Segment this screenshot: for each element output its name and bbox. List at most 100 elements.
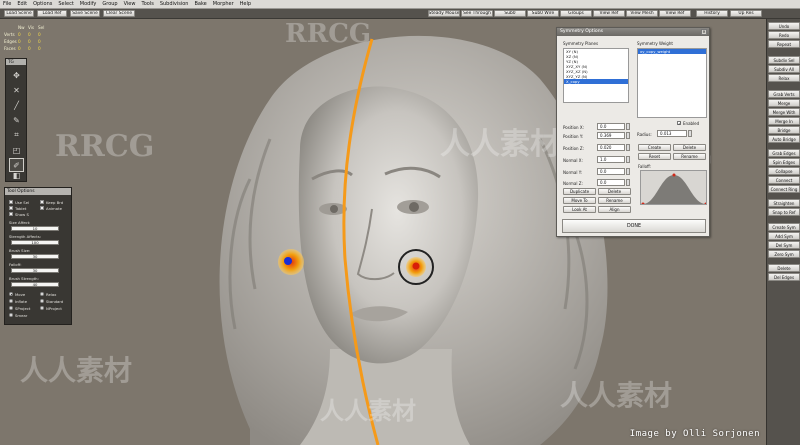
nproject-radio[interactable] — [40, 306, 44, 310]
sub0-wire-button[interactable]: Sub0 Wire — [527, 10, 559, 17]
use-sel-checkbox[interactable] — [9, 200, 13, 204]
delete-weight-button[interactable]: Delete — [673, 144, 706, 151]
grab-verts-button[interactable]: Grab Verts — [768, 90, 800, 98]
falloff-curve-editor[interactable] — [640, 170, 707, 205]
delete-plane-button[interactable]: Delete — [598, 188, 631, 195]
strength-affects-field[interactable]: 100 — [11, 240, 59, 245]
spin-edges-button[interactable]: Spin Edges — [768, 158, 800, 166]
del-edges-button[interactable]: Del Edges — [768, 273, 800, 281]
load-scene-button[interactable]: Load Scene — [4, 10, 34, 17]
view-mesh-button[interactable]: View Mesh — [626, 10, 658, 17]
history-button[interactable]: History — [696, 10, 728, 17]
relax-button[interactable]: Relax — [768, 74, 800, 82]
menu-bake[interactable]: Bake — [194, 1, 206, 7]
falloff-field[interactable]: 30 — [11, 268, 59, 273]
view-ref-button[interactable]: View Ref — [593, 10, 625, 17]
move-radio[interactable] — [9, 292, 13, 296]
menu-view[interactable]: View — [124, 1, 136, 7]
symmetry-planes-list[interactable]: XY (N) XZ (N) YZ (N) XYZ_XY (N) XYZ_XZ (… — [563, 48, 629, 103]
close-icon[interactable]: × — [701, 29, 707, 35]
scale-tool-icon[interactable]: ◰ — [9, 143, 24, 157]
inflate-radio[interactable] — [9, 299, 13, 303]
menu-file[interactable]: File — [3, 1, 11, 7]
knife-tool-icon[interactable]: ╱ — [9, 98, 24, 112]
see-through-button[interactable]: See Through — [461, 10, 493, 17]
clear-scene-button[interactable]: Clear Scene — [103, 10, 135, 17]
radius-input[interactable]: 0.013 — [657, 130, 687, 137]
move-to-button[interactable]: Move To — [563, 197, 596, 204]
menu-options[interactable]: Options — [33, 1, 52, 7]
rename-plane-button[interactable]: Rename — [598, 197, 631, 204]
position-z-input[interactable]: 0.020 — [597, 144, 625, 151]
add-sym-button[interactable]: Add Sym — [768, 232, 800, 240]
cross-tool-icon[interactable]: ✕ — [9, 83, 24, 97]
normal-x-input[interactable]: 1.0 — [597, 156, 625, 163]
subdiv-all-button[interactable]: Subdiv All — [768, 65, 800, 73]
create-sym-button[interactable]: Create Sym — [768, 223, 800, 231]
tablet-checkbox[interactable] — [9, 206, 13, 210]
menu-subdivision[interactable]: Subdivision — [160, 1, 189, 7]
connect-button[interactable]: Connect — [768, 176, 800, 184]
animate-checkbox[interactable] — [40, 206, 44, 210]
normal-x-spinner[interactable] — [626, 156, 630, 163]
show-s-checkbox[interactable] — [9, 212, 13, 216]
up-res-button[interactable]: Up Res — [730, 10, 762, 17]
straighten-button[interactable]: Straighten — [768, 199, 800, 207]
redo-button[interactable]: Redo — [768, 31, 800, 39]
merge-in-button[interactable]: Merge In — [768, 117, 800, 125]
menu-help[interactable]: Help — [240, 1, 251, 7]
relax-radio[interactable] — [40, 292, 44, 296]
menu-group[interactable]: Group — [102, 1, 117, 7]
fill-tool-icon[interactable]: ◧ — [9, 169, 24, 181]
standard-radio[interactable] — [40, 299, 44, 303]
menu-tools[interactable]: Tools — [141, 1, 153, 7]
menu-modify[interactable]: Modify — [80, 1, 97, 7]
groups-button[interactable]: Groups — [560, 10, 592, 17]
size-affect-field[interactable]: 10 — [11, 226, 59, 231]
menu-morpher[interactable]: Morpher — [213, 1, 234, 7]
subdiv-sel-button[interactable]: Subdiv Sel — [768, 56, 800, 64]
normal-y-input[interactable]: 0.0 — [597, 168, 625, 175]
merge-button[interactable]: Merge — [768, 99, 800, 107]
crop-tool-icon[interactable]: ⌗ — [9, 128, 24, 142]
menu-edit[interactable]: Edit — [17, 1, 27, 7]
zero-sym-button[interactable]: Zero Sym — [768, 250, 800, 258]
merge-with-button[interactable]: Merge With — [768, 108, 800, 116]
list-item-selected[interactable]: xy_copy_weight — [638, 49, 706, 54]
del-sym-button[interactable]: Del Sym — [768, 241, 800, 249]
symmetry-weight-list[interactable]: xy_copy_weight — [637, 48, 707, 118]
duplicate-button[interactable]: Duplicate — [563, 188, 596, 195]
connect-ring-button[interactable]: Connect Ring — [768, 185, 800, 193]
keep-brd-checkbox[interactable] — [40, 200, 44, 204]
view-ref-2-button[interactable]: View Ref — [659, 10, 691, 17]
brush-size-field[interactable]: 30 — [11, 254, 59, 259]
steady-mouse-button[interactable]: Steady Mouse — [428, 10, 460, 17]
pen-tool-icon[interactable]: ✎ — [9, 113, 24, 127]
normal-y-spinner[interactable] — [626, 168, 630, 175]
enabled-checkbox[interactable]: ✓ — [677, 121, 681, 126]
move-tool-icon[interactable]: ✥ — [9, 68, 24, 82]
load-ref-button[interactable]: Load Ref — [37, 10, 67, 17]
save-scene-button[interactable]: Save Scene — [70, 10, 100, 17]
sub0-button[interactable]: Sub0 — [494, 10, 526, 17]
collapse-button[interactable]: Collapse — [768, 167, 800, 175]
delete-button[interactable]: Delete — [768, 264, 800, 272]
sproject-radio[interactable] — [9, 306, 13, 310]
position-z-spinner[interactable] — [626, 144, 630, 151]
look-at-button[interactable]: Look At — [563, 206, 596, 213]
normal-z-spinner[interactable] — [626, 179, 630, 186]
menu-select[interactable]: Select — [58, 1, 73, 7]
position-y-input[interactable]: 0.369 — [597, 132, 625, 139]
done-button[interactable]: DONE — [562, 219, 706, 233]
reset-button[interactable]: Reset — [638, 153, 671, 160]
rename-weight-button[interactable]: Rename — [673, 153, 706, 160]
smear-radio[interactable] — [9, 313, 13, 317]
position-x-input[interactable]: 0.0 — [597, 123, 625, 130]
auto-bridge-button[interactable]: Auto Bridge — [768, 135, 800, 143]
position-y-spinner[interactable] — [626, 132, 630, 139]
repeat-button[interactable]: Repeat — [768, 40, 800, 48]
bridge-button[interactable]: Bridge — [768, 126, 800, 134]
snap-to-ref-button[interactable]: Snap to Ref — [768, 208, 800, 216]
radius-spinner[interactable] — [688, 130, 692, 137]
list-item-selected[interactable]: X_copy — [564, 79, 628, 84]
